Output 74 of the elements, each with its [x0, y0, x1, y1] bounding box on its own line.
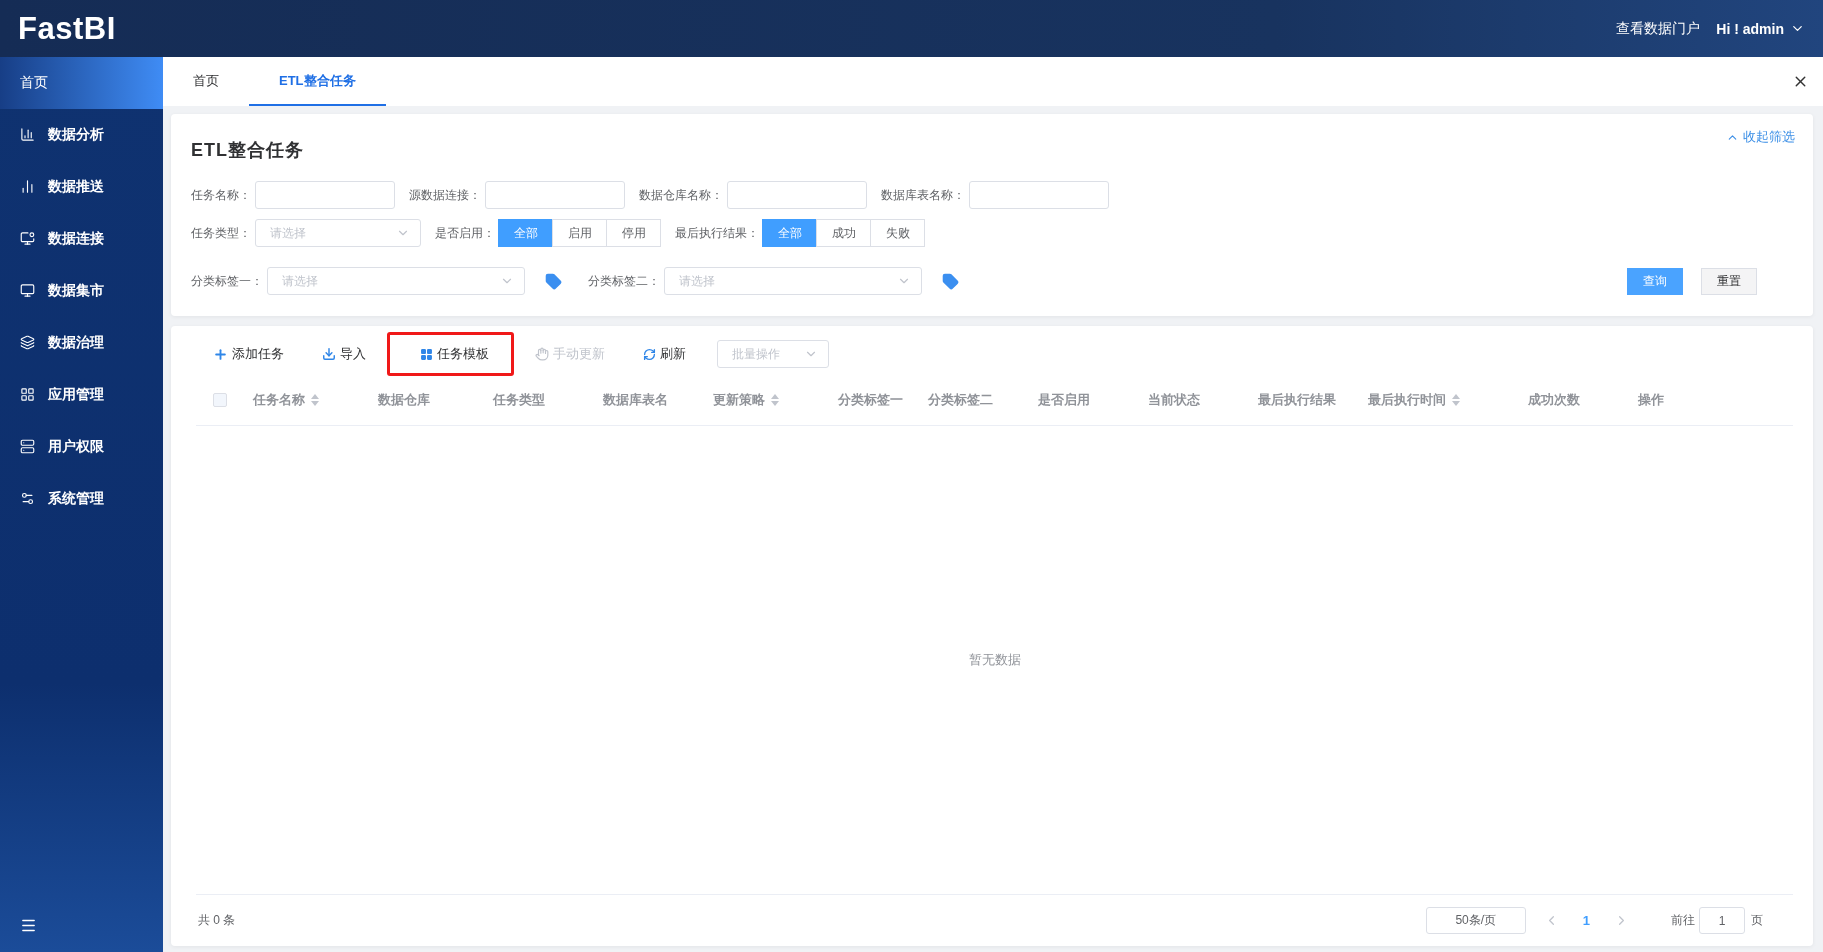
field-label: 最后执行结果：	[675, 224, 759, 242]
field-label: 任务类型：	[191, 224, 251, 242]
sidebar-item[interactable]: 数据分析	[0, 109, 163, 161]
server-icon	[20, 439, 36, 455]
collapse-link[interactable]: 收起筛选	[1726, 128, 1795, 146]
sidebar-item[interactable]: 首页	[0, 57, 163, 109]
input-field[interactable]	[727, 181, 867, 209]
logo: FastBI	[18, 10, 116, 47]
hand-icon	[535, 347, 549, 361]
tag-icon[interactable]	[942, 272, 959, 290]
bar-chart-icon	[20, 127, 36, 143]
tag-icon[interactable]	[545, 272, 562, 290]
sort-icon[interactable]	[311, 393, 319, 406]
column-header: 最后执行结果	[1258, 390, 1336, 409]
segment-button[interactable]: 成功	[816, 219, 871, 247]
sidebar-item[interactable]: 用户权限	[0, 421, 163, 473]
input-field[interactable]	[969, 181, 1109, 209]
field-label: 是否启用：	[435, 224, 495, 242]
settings-icon	[20, 491, 36, 507]
sidebar-item[interactable]: 系统管理	[0, 473, 163, 525]
tab[interactable]: ETL整合任务	[249, 57, 386, 106]
page-input[interactable]: 1	[1699, 907, 1745, 934]
total-count: 共 0 条	[198, 912, 236, 929]
sort-icon[interactable]	[1452, 393, 1460, 406]
toolbar-button[interactable]: 刷新	[626, 332, 703, 376]
page-title: ETL整合任务	[191, 139, 304, 162]
column-header: 数据库表名	[603, 390, 668, 409]
bar-chart-icon	[20, 179, 36, 195]
column-header: 成功次数	[1528, 390, 1580, 409]
input-field[interactable]	[255, 181, 395, 209]
column-header: 数据仓库	[378, 390, 430, 409]
column-header: 当前状态	[1148, 390, 1200, 409]
column-header: 分类标签二	[928, 390, 993, 409]
sort-icon[interactable]	[771, 393, 779, 406]
monitor-icon	[20, 283, 36, 299]
column-header: 分类标签一	[838, 390, 903, 409]
input-field[interactable]	[485, 181, 625, 209]
sidebar-item[interactable]: 数据治理	[0, 317, 163, 369]
sidebar-item[interactable]: 应用管理	[0, 369, 163, 421]
page-unit: 页	[1751, 912, 1763, 929]
column-header: 是否启用	[1038, 390, 1090, 409]
grid-icon	[420, 347, 433, 361]
field-label: 分类标签二：	[588, 272, 660, 290]
toolbar-button[interactable]: 添加任务	[196, 332, 301, 376]
field-label: 数据仓库名称：	[639, 186, 723, 204]
portal-link[interactable]: 查看数据门户	[1616, 19, 1701, 38]
field-label: 任务名称：	[191, 186, 251, 204]
sidebar-item[interactable]: 数据集市	[0, 265, 163, 317]
segment-button[interactable]: 停用	[606, 219, 661, 247]
column-header: 操作	[1638, 390, 1664, 409]
menu-icon[interactable]	[20, 917, 37, 934]
monitor-icon	[20, 231, 36, 247]
sidebar-item[interactable]: 数据推送	[0, 161, 163, 213]
field-label: 分类标签一：	[191, 272, 263, 290]
goto-label: 前往	[1671, 912, 1695, 929]
field-label: 源数据连接：	[409, 186, 481, 204]
user-menu[interactable]: Hi ! admin	[1716, 20, 1805, 37]
layers-icon	[20, 335, 36, 351]
toolbar-button[interactable]: 任务模板	[387, 332, 514, 376]
field-label: 数据库表名称：	[881, 186, 965, 204]
empty-text: 暂无数据	[968, 651, 1021, 669]
refresh-icon	[643, 347, 656, 361]
segment-button[interactable]: 启用	[552, 219, 607, 247]
download-icon	[322, 347, 336, 361]
reset-button[interactable]: 重置	[1701, 267, 1757, 295]
page-size-select[interactable]: 50条/页	[1425, 907, 1526, 934]
column-header: 任务类型	[493, 390, 545, 409]
tab[interactable]: 首页	[177, 57, 249, 106]
segment-button[interactable]: 失败	[870, 219, 925, 247]
grid-icon	[20, 387, 36, 403]
sidebar-item[interactable]: 数据连接	[0, 213, 163, 265]
plus-icon	[213, 346, 228, 362]
toolbar-button[interactable]: 导入	[305, 332, 383, 376]
checkbox[interactable]	[213, 392, 227, 407]
